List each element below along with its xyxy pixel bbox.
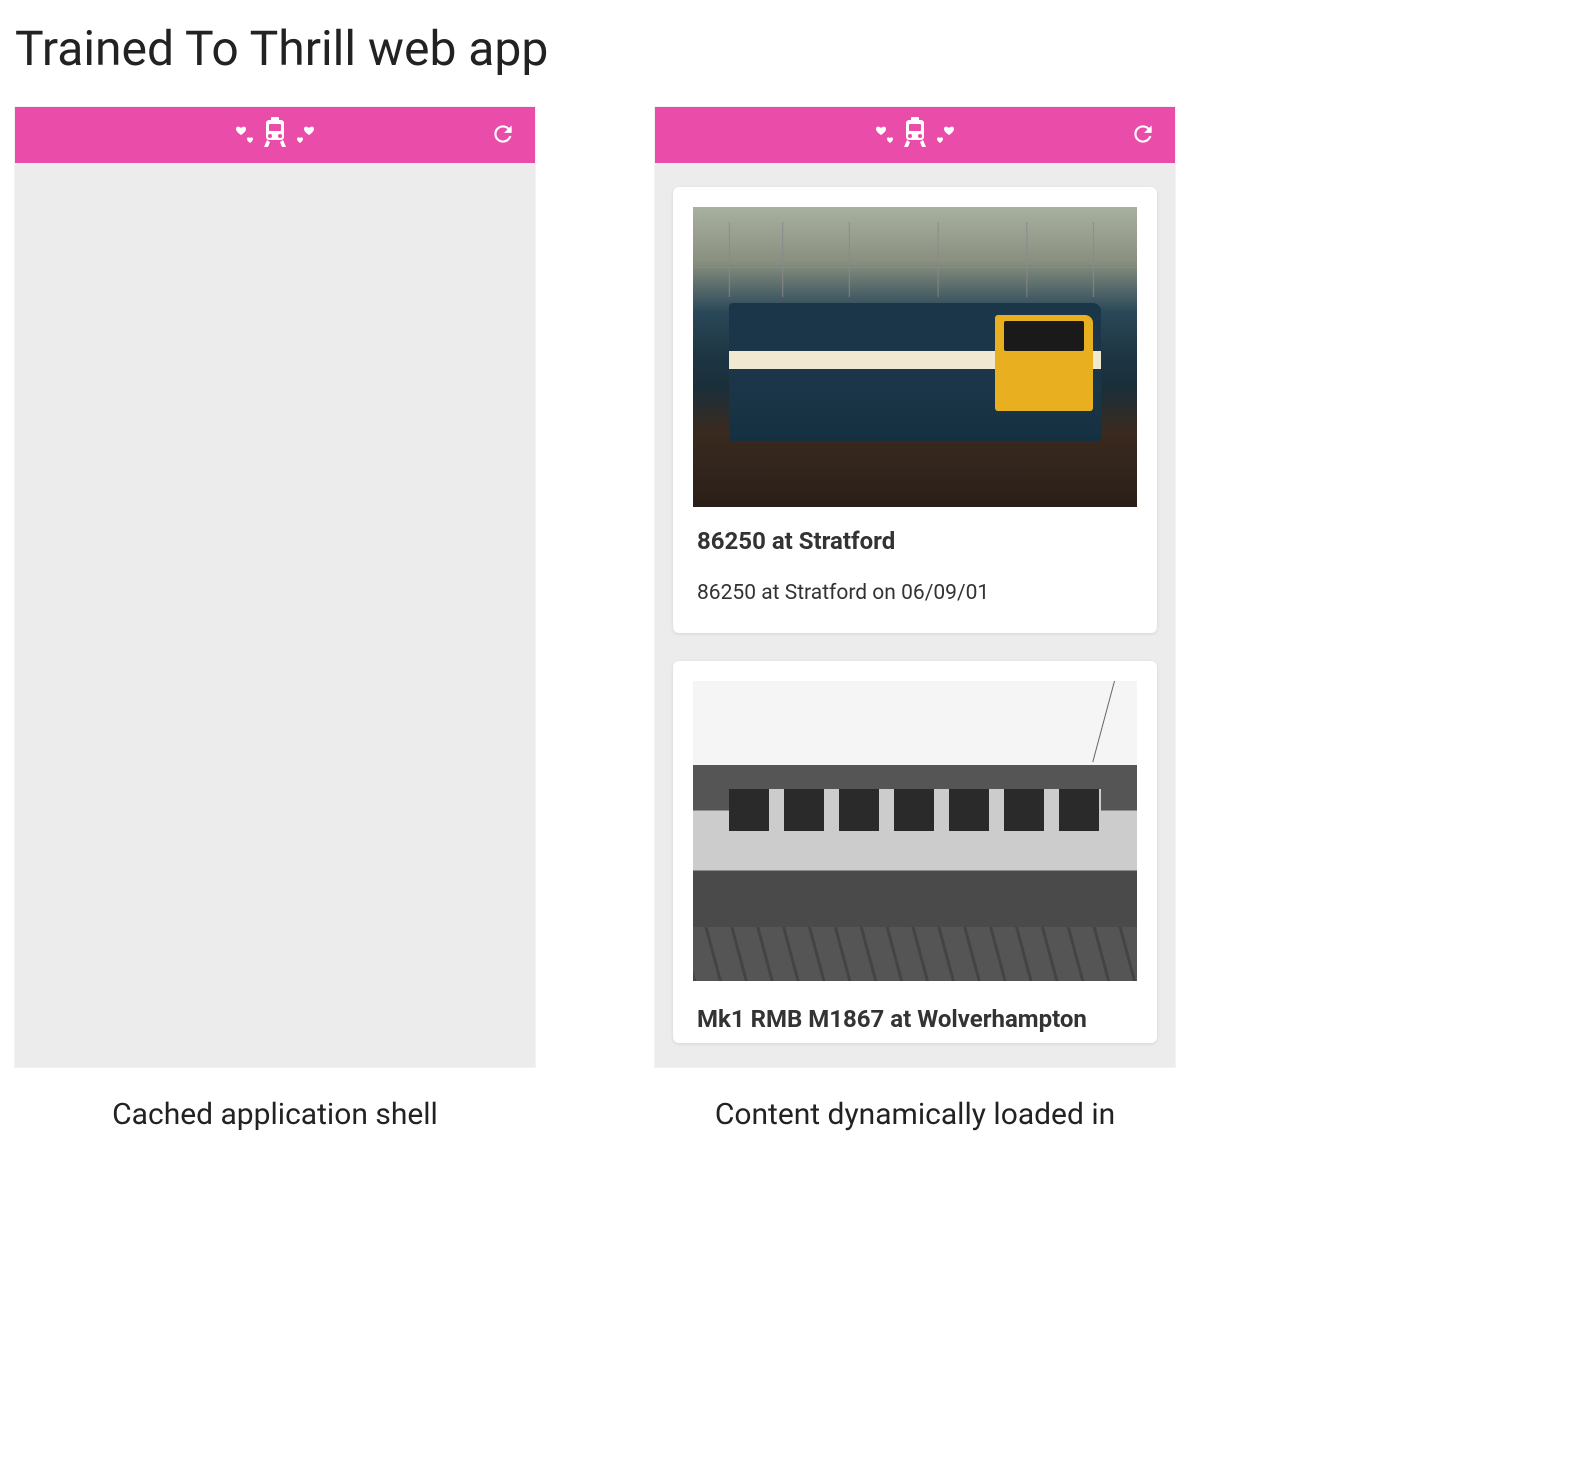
app-logo bbox=[235, 116, 315, 154]
card-image bbox=[693, 681, 1137, 981]
hearts-right-icon bbox=[293, 120, 315, 150]
train-icon bbox=[259, 116, 291, 154]
panel-loaded: 86250 at Stratford 86250 at Stratford on… bbox=[655, 107, 1175, 1132]
caption-loaded: Content dynamically loaded in bbox=[655, 1097, 1175, 1132]
card-title: Mk1 RMB M1867 at Wolverhampton bbox=[697, 1005, 1133, 1033]
hearts-right-icon bbox=[933, 120, 955, 150]
caption-shell: Cached application shell bbox=[15, 1097, 535, 1132]
card-description: 86250 at Stratford on 06/09/01 bbox=[697, 581, 1133, 605]
refresh-icon bbox=[1130, 121, 1156, 150]
hearts-left-icon bbox=[235, 120, 257, 150]
content-area-loaded[interactable]: 86250 at Stratford 86250 at Stratford on… bbox=[655, 163, 1175, 1067]
card[interactable]: Mk1 RMB M1867 at Wolverhampton bbox=[673, 661, 1157, 1043]
content-area-empty bbox=[15, 163, 535, 1067]
hearts-left-icon bbox=[875, 120, 897, 150]
card-image bbox=[693, 207, 1137, 507]
train-icon bbox=[899, 116, 931, 154]
refresh-button[interactable] bbox=[487, 119, 519, 151]
app-logo bbox=[875, 116, 955, 154]
card-body: Mk1 RMB M1867 at Wolverhampton bbox=[673, 981, 1157, 1043]
card-body: 86250 at Stratford 86250 at Stratford on… bbox=[673, 507, 1157, 633]
app-header bbox=[15, 107, 535, 163]
panel-shell: Cached application shell bbox=[15, 107, 535, 1132]
card-title: 86250 at Stratford bbox=[697, 527, 1133, 555]
refresh-icon bbox=[490, 121, 516, 150]
panels-container: Cached application shell bbox=[10, 107, 1579, 1132]
page-title: Trained To Thrill web app bbox=[15, 20, 1579, 77]
phone-frame-loaded: 86250 at Stratford 86250 at Stratford on… bbox=[655, 107, 1175, 1067]
card[interactable]: 86250 at Stratford 86250 at Stratford on… bbox=[673, 187, 1157, 633]
phone-frame-shell bbox=[15, 107, 535, 1067]
refresh-button[interactable] bbox=[1127, 119, 1159, 151]
app-header bbox=[655, 107, 1175, 163]
